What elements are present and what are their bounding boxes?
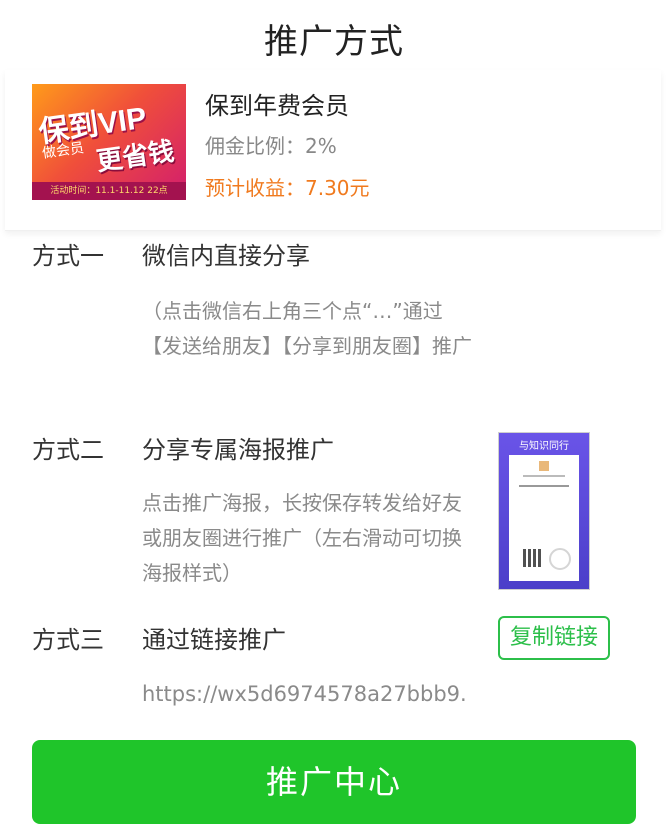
- method-2-desc: 点击推广海报，长按保存转发给好友或朋友圈进行推广（左右滑动可切换海报样式）: [142, 491, 462, 585]
- poster-title: 与知识同行: [519, 441, 569, 452]
- method-2-label: 方式二: [32, 436, 104, 464]
- banner-text-member: 做会员: [41, 140, 86, 162]
- poster-thumbnail[interactable]: 与知识同行: [498, 432, 590, 590]
- qr-code-icon: [523, 549, 541, 567]
- method-1-desc: （点击微信右上角三个点“…”通过【发送给朋友】【分享到朋友圈】推广: [142, 299, 472, 358]
- promotion-link[interactable]: https://wx5d6974578a27bbb9.: [142, 682, 472, 706]
- poster-text-line: [523, 475, 565, 477]
- method-1-label: 方式一: [32, 242, 104, 270]
- poster-avatar: [539, 461, 549, 471]
- method-3-label: 方式三: [32, 626, 104, 654]
- page-title: 推广方式: [264, 22, 404, 62]
- method-1-title: 微信内直接分享: [142, 242, 310, 270]
- promotion-center-button[interactable]: 推广中心: [32, 740, 636, 824]
- product-name: 保到年费会员: [205, 92, 349, 120]
- banner-text-date: 活动时间：11.1-11.12 22点: [32, 182, 186, 200]
- copy-link-button[interactable]: 复制链接: [498, 616, 610, 660]
- method-2-title: 分享专属海报推广: [142, 436, 334, 464]
- estimated-income: 预计收益：7.30元: [205, 176, 370, 200]
- commission-rate: 佣金比例：2%: [205, 134, 337, 158]
- method-3-title: 通过链接推广: [142, 626, 286, 654]
- poster-text-line: [519, 485, 569, 487]
- poster-card: [509, 455, 579, 581]
- fingerprint-icon: [549, 548, 571, 570]
- product-banner-image: 保到VIP 做会员 更省钱 活动时间：11.1-11.12 22点: [32, 84, 186, 200]
